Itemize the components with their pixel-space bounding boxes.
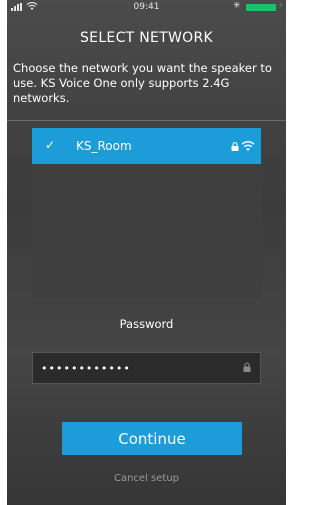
network-row-ks-room[interactable]: ✓ KS_Room (32, 128, 261, 164)
password-field[interactable] (32, 352, 261, 384)
cancel-setup-link[interactable]: Cancel setup (7, 473, 286, 484)
divider (7, 120, 286, 121)
status-bar: 09:41 ✳ ⚡ (7, 0, 286, 16)
wifi-icon (241, 141, 255, 151)
page-description: Choose the network you want the speaker … (13, 61, 272, 105)
page-title: SELECT NETWORK (80, 30, 213, 46)
battery-icon (246, 4, 276, 11)
checkmark-icon: ✓ (45, 138, 56, 152)
password-lock-icon (243, 362, 251, 372)
network-name: KS_Room (76, 139, 132, 153)
charging-icon: ⚡ (278, 1, 284, 10)
bluetooth-icon: ✳ (233, 1, 241, 11)
continue-button[interactable]: Continue (62, 422, 242, 455)
status-time: 09:41 (133, 2, 160, 12)
password-label: Password (119, 317, 174, 331)
phone-screen: 09:41 ✳ ⚡ SELECT NETWORK Choose the netw… (7, 0, 286, 505)
network-list[interactable]: ✓ KS_Room (32, 128, 261, 298)
lock-icon (231, 142, 239, 151)
